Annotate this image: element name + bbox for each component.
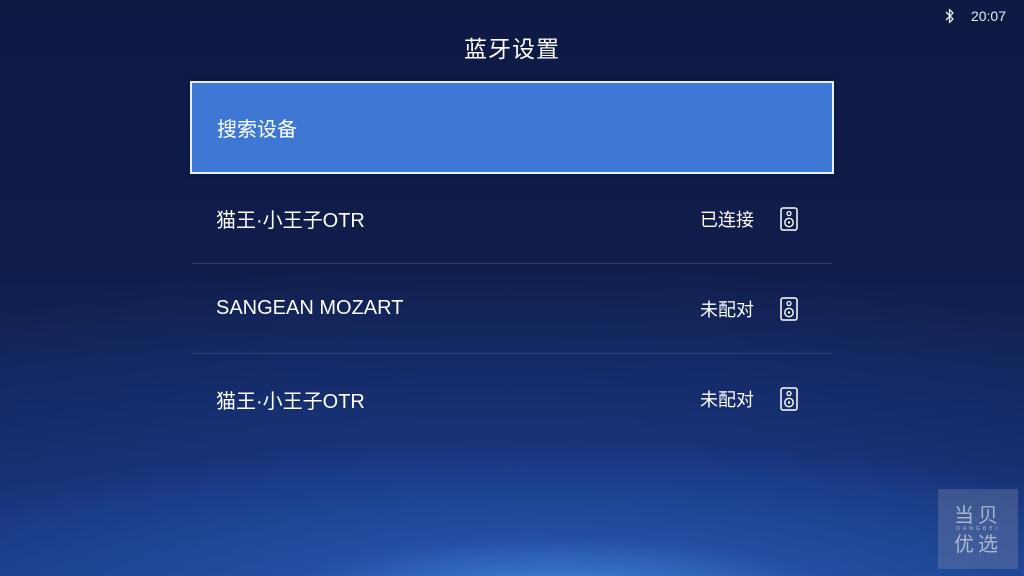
device-status: 已连接	[700, 209, 754, 231]
search-devices-button[interactable]: 搜索设备	[190, 81, 834, 174]
bluetooth-icon	[945, 8, 955, 24]
clock-time: 20:07	[970, 8, 1006, 24]
speaker-icon	[780, 206, 798, 231]
speaker-icon	[780, 296, 798, 321]
dangbei-watermark-logo: 当贝 DANGBEI 优选	[938, 489, 1018, 569]
device-name: 猫王·小王子OTR	[216, 210, 365, 232]
watermark-line3: 优选	[954, 531, 1002, 556]
watermark-line1: 当贝	[954, 502, 1002, 527]
bluetooth-device-list: 搜索设备 猫王·小王子OTR 已连接 SANGEAN MOZART 未配对 猫王…	[190, 81, 834, 444]
device-name: SANGEAN MOZART	[216, 297, 404, 319]
device-row[interactable]: 猫王·小王子OTR 未配对	[192, 354, 832, 444]
status-bar: 20:07	[945, 6, 1006, 26]
speaker-icon	[780, 387, 798, 411]
device-name: 猫王·小王子OTR	[216, 390, 365, 413]
device-row[interactable]: SANGEAN MOZART 未配对	[192, 264, 832, 354]
device-status: 未配对	[700, 390, 754, 411]
page-title: 蓝牙设置	[464, 37, 560, 63]
device-row[interactable]: 猫王·小王子OTR 已连接	[192, 174, 832, 264]
device-status: 未配对	[700, 299, 754, 321]
search-devices-label: 搜索设备	[217, 117, 297, 141]
